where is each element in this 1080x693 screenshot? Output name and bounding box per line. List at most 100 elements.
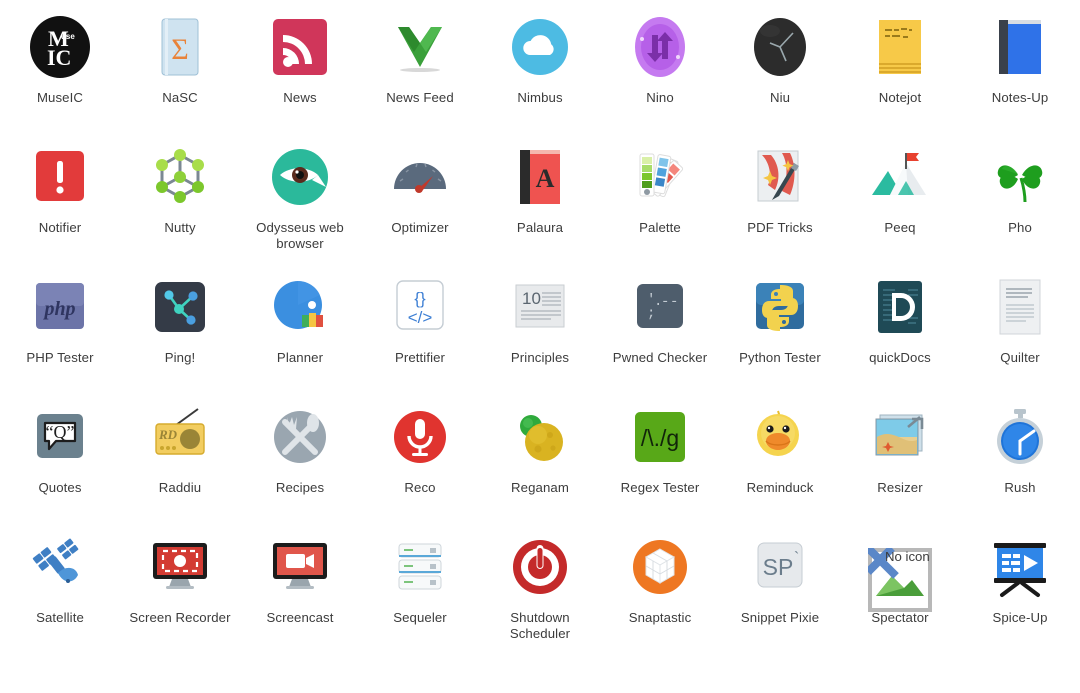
app-icon-satellite[interactable]: Satellite: [0, 526, 120, 656]
app-label: Odysseus web browser: [256, 220, 344, 251]
app-icon-notes-up[interactable]: Notes-Up: [960, 6, 1080, 136]
app-icon-nutty[interactable]: Nutty: [120, 136, 240, 266]
svg-text:Σ: Σ: [171, 33, 188, 66]
nutty-network-icon: [148, 145, 212, 209]
svg-text:{}: {}: [414, 289, 426, 308]
app-icon-pho[interactable]: Pho: [960, 136, 1080, 266]
snaptastic-box-icon: [628, 535, 692, 599]
app-icon-rush[interactable]: Rush: [960, 396, 1080, 526]
svg-text:-: -: [670, 294, 678, 310]
app-icon-snippet-pixie[interactable]: SP ` Snippet Pixie: [720, 526, 840, 656]
app-icon-resizer[interactable]: Resizer: [840, 396, 960, 526]
palette-swatches-icon: [628, 145, 692, 209]
app-icon-optimizer[interactable]: Optimizer: [360, 136, 480, 266]
app-label: Planner: [276, 350, 324, 365]
app-icon-museic[interactable]: M use IC MuseIC: [0, 6, 120, 136]
svg-text:10: 10: [522, 289, 541, 308]
svg-text:IC: IC: [47, 45, 71, 70]
app-label: Nimbus: [517, 90, 563, 105]
app-icon-regex-tester[interactable]: /\./g Regex Tester: [600, 396, 720, 526]
app-label: Raddiu: [158, 480, 202, 495]
missing-icon-text: No icon: [885, 548, 930, 564]
pdf-tricks-wand-icon: [748, 145, 812, 209]
app-label: Optimizer: [391, 220, 449, 235]
news-feed-icon: [388, 15, 452, 79]
optimizer-gauge-icon: [388, 145, 452, 209]
svg-text:</>: </>: [408, 308, 433, 327]
app-icon-screen-recorder[interactable]: Screen Recorder: [120, 526, 240, 656]
app-label: Snippet Pixie: [740, 610, 820, 625]
app-label: Screencast: [266, 610, 334, 625]
app-icon-nasc[interactable]: Σ NaSC: [120, 6, 240, 136]
prettifier-code-icon: {} </>: [388, 275, 452, 339]
screencast-icon: [268, 535, 332, 599]
regex-tester-icon: /\./g: [628, 405, 692, 469]
app-icon-raddiu[interactable]: RD Raddiu: [120, 396, 240, 526]
principles-list-icon: 10: [508, 275, 572, 339]
app-icon-palaura[interactable]: A Palaura: [480, 136, 600, 266]
app-icon-notejot[interactable]: Notejot: [840, 6, 960, 136]
svg-text:A: A: [536, 164, 555, 193]
recipes-cutlery-icon: [268, 405, 332, 469]
news-rss-icon: [268, 15, 332, 79]
app-icon-spectator[interactable]: No icon Spectator: [840, 526, 960, 656]
app-label: Satellite: [36, 610, 84, 625]
app-icon-pwned-checker[interactable]: '. - - ; Pwned Checker: [600, 266, 720, 396]
app-icon-quotes[interactable]: “Q” Quotes: [0, 396, 120, 526]
app-label: Reminduck: [746, 480, 814, 495]
app-label: Snaptastic: [628, 610, 692, 625]
svg-text:/\./g: /\./g: [641, 425, 679, 451]
app-icon-shutdown-scheduler[interactable]: Shutdown Scheduler: [480, 526, 600, 656]
app-icon-sequeler[interactable]: Sequeler: [360, 526, 480, 656]
app-icon-reminduck[interactable]: Reminduck: [720, 396, 840, 526]
app-icon-pdf-tricks[interactable]: PDF Tricks: [720, 136, 840, 266]
broken-image-icon: [868, 548, 932, 612]
php-tester-icon: php: [28, 275, 92, 339]
nimbus-cloud-icon: [508, 15, 572, 79]
app-icon-spice-up[interactable]: Spice-Up: [960, 526, 1080, 656]
odysseus-eye-icon: [268, 145, 332, 209]
app-icon-principles[interactable]: 10 Principles: [480, 266, 600, 396]
app-icon-planner[interactable]: Planner: [240, 266, 360, 396]
app-icon-quilter[interactable]: Quilter: [960, 266, 1080, 396]
app-icon-nimbus[interactable]: Nimbus: [480, 6, 600, 136]
broken-image-icon: No icon: [868, 535, 932, 612]
app-label: Screen Recorder: [129, 610, 231, 625]
app-icon-grid: M use IC MuseIC Σ NaSC News News Feed Nimb…: [0, 0, 1080, 656]
app-label: PDF Tricks: [747, 220, 813, 235]
app-icon-peeq[interactable]: Peeq: [840, 136, 960, 266]
app-icon-python-tester[interactable]: Python Tester: [720, 266, 840, 396]
app-icon-ping[interactable]: Ping!: [120, 266, 240, 396]
app-icon-notifier[interactable]: Notifier: [0, 136, 120, 266]
app-icon-recipes[interactable]: Recipes: [240, 396, 360, 526]
svg-text:`: `: [794, 550, 799, 567]
app-label: quickDocs: [869, 350, 931, 365]
app-label: Reganam: [511, 480, 569, 495]
app-icon-news-feed[interactable]: News Feed: [360, 6, 480, 136]
app-icon-palette[interactable]: Palette: [600, 136, 720, 266]
app-icon-prettifier[interactable]: {} </> Prettifier: [360, 266, 480, 396]
app-icon-nino[interactable]: Nino: [600, 6, 720, 136]
app-icon-odysseus-web-browser[interactable]: Odysseus web browser: [240, 136, 360, 266]
app-label: Python Tester: [739, 350, 821, 365]
app-icon-news[interactable]: News: [240, 6, 360, 136]
app-label: PHP Tester: [26, 350, 94, 365]
app-label: Shutdown Scheduler: [509, 610, 571, 641]
app-label: Resizer: [877, 480, 923, 495]
app-label: Pwned Checker: [612, 350, 708, 365]
app-icon-screencast[interactable]: Screencast: [240, 526, 360, 656]
python-tester-icon: [748, 275, 812, 339]
app-icon-snaptastic[interactable]: Snaptastic: [600, 526, 720, 656]
app-label: Pho: [1008, 220, 1032, 235]
quickdocs-icon: [868, 275, 932, 339]
app-label: Spectator: [871, 610, 929, 625]
app-label: Palaura: [516, 220, 564, 235]
app-icon-php-tester[interactable]: php PHP Tester: [0, 266, 120, 396]
app-icon-reganam[interactable]: Reganam: [480, 396, 600, 526]
svg-text:“Q”: “Q”: [46, 422, 75, 442]
app-label: Notes-Up: [991, 90, 1049, 105]
app-icon-quickdocs[interactable]: quickDocs: [840, 266, 960, 396]
app-icon-niu[interactable]: Niu: [720, 6, 840, 136]
app-icon-reco[interactable]: Reco: [360, 396, 480, 526]
raddiu-radio-icon: RD: [148, 405, 212, 469]
